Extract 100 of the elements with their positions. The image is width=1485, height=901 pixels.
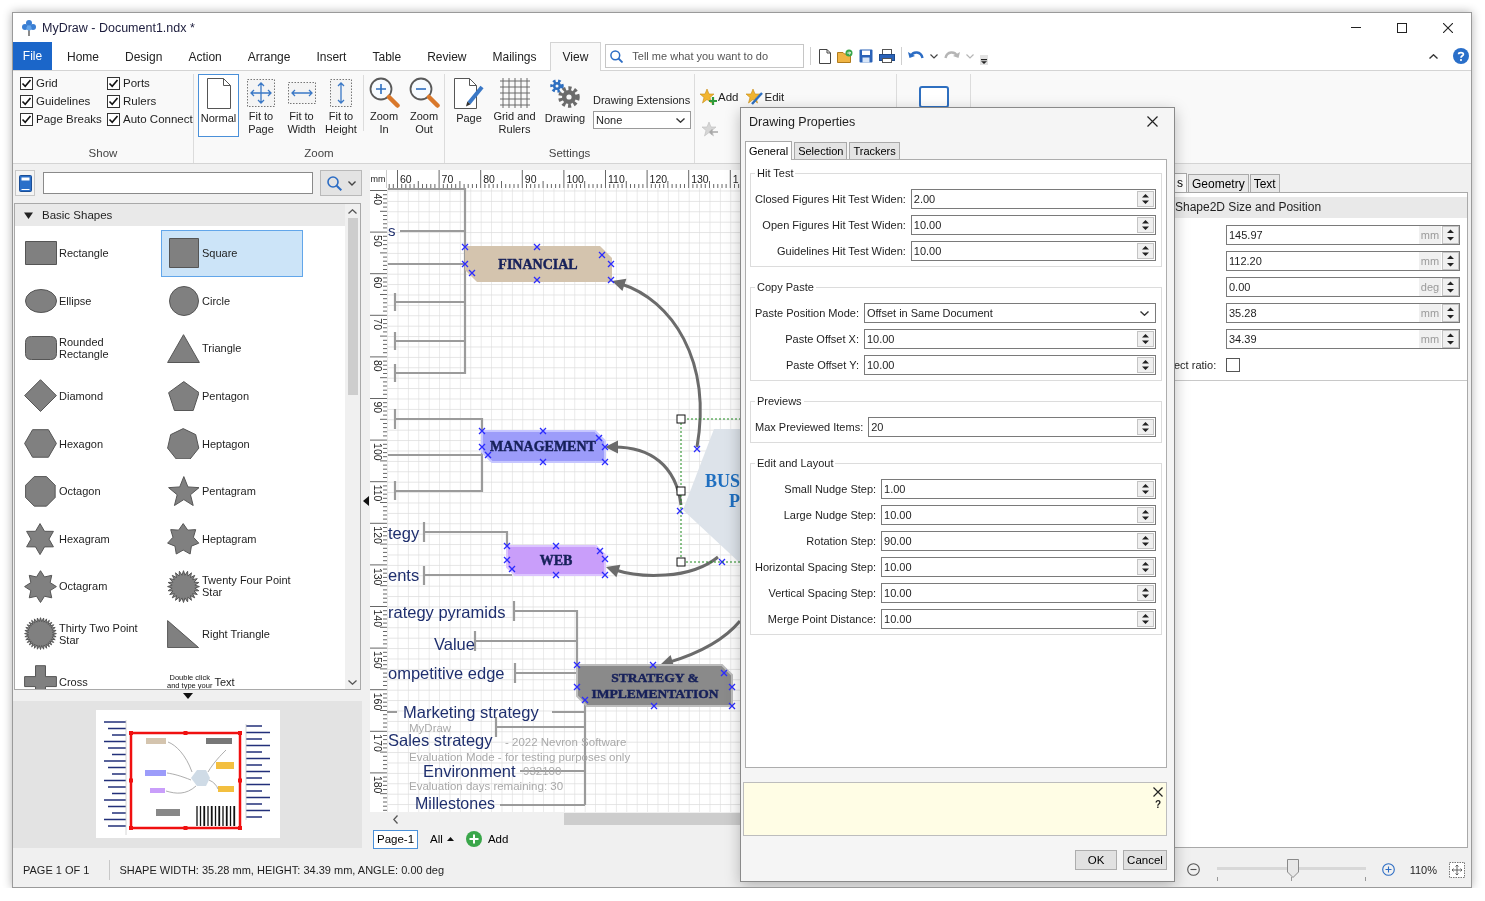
print-icon[interactable] — [879, 49, 896, 63]
number-field[interactable]: 10.00 — [863, 329, 1156, 349]
ribbon-tab[interactable]: Review — [414, 42, 480, 70]
shape-item[interactable]: Octagon — [18, 467, 160, 515]
spin-arrows-icon[interactable] — [1137, 217, 1154, 233]
section-header[interactable]: Shape2D Size and Position — [1174, 197, 1467, 218]
resize-handle[interactable] — [676, 414, 686, 424]
dropdown-field[interactable]: Offset in Same Document — [863, 303, 1156, 323]
panel-tab[interactable]: Geometry — [1188, 174, 1249, 192]
help-icon[interactable] — [1453, 48, 1469, 64]
checkbox[interactable] — [107, 76, 120, 90]
number-field[interactable]: 0.00 deg — [1226, 277, 1460, 297]
tell-me-field[interactable]: Tell me what you want to do — [605, 44, 805, 68]
shape-item[interactable]: Heptagon — [161, 420, 303, 467]
chevron-left-icon[interactable] — [393, 814, 398, 824]
shape-item[interactable]: Heptagram — [161, 515, 303, 563]
number-field[interactable]: 35.28 mm — [1226, 303, 1460, 323]
shape-item[interactable]: Rectangle — [18, 230, 160, 277]
fit-to-height-button[interactable]: Fit to Height — [322, 74, 360, 137]
shape-item[interactable]: Thirty Two Point Star — [18, 610, 160, 658]
file-menu-button[interactable]: File — [13, 42, 52, 70]
spin-arrows-icon[interactable] — [1137, 243, 1154, 259]
shape-item[interactable]: Triangle — [161, 325, 303, 372]
scrollbar-thumb[interactable] — [564, 813, 741, 825]
scrollbar-thumb[interactable] — [347, 218, 358, 395]
resize-handle[interactable] — [676, 557, 686, 567]
shape-item[interactable]: Square — [161, 230, 303, 277]
spin-arrows-icon[interactable] — [1137, 191, 1154, 207]
add-extension-button[interactable]: Add — [700, 88, 739, 106]
spin-arrows-icon[interactable] — [1137, 533, 1154, 549]
dialog-tab[interactable]: Selection — [794, 142, 848, 159]
page-settings-button[interactable]: Page — [451, 74, 487, 137]
spin-arrows-icon[interactable] — [1137, 481, 1154, 497]
cancel-button[interactable]: Cancel — [1123, 850, 1167, 870]
spin-arrows-icon[interactable] — [1137, 585, 1154, 601]
customize-icon[interactable] — [980, 55, 989, 65]
add-page-button[interactable]: Add — [465, 831, 509, 847]
page-filter-button[interactable]: All — [430, 833, 454, 845]
shape-item[interactable]: Pentagram — [161, 467, 303, 515]
checkbox[interactable] — [20, 112, 33, 126]
spin-arrows-icon[interactable] — [1442, 278, 1459, 296]
shape-item[interactable]: Rounded Rectangle — [18, 325, 160, 372]
new-document-icon[interactable] — [819, 48, 832, 64]
spin-arrows-icon[interactable] — [1442, 226, 1459, 244]
ribbon-tab[interactable]: Insert — [303, 42, 360, 70]
fit-to-page-button[interactable]: Fit to Page — [243, 74, 279, 137]
checkbox[interactable] — [107, 94, 120, 108]
ribbon-tab[interactable]: Arrange — [234, 42, 304, 70]
category-header[interactable]: Basic Shapes — [15, 204, 345, 226]
checkbox[interactable] — [20, 76, 33, 90]
caret-down-icon[interactable] — [182, 692, 193, 699]
number-field[interactable]: 10.00 — [863, 355, 1156, 375]
number-field[interactable]: 10.00 — [881, 609, 1156, 629]
shape-search-field[interactable] — [43, 172, 313, 194]
spin-arrows-icon[interactable] — [1137, 419, 1154, 435]
spin-arrows-icon[interactable] — [1137, 357, 1154, 373]
zoom-out-icon[interactable] — [1186, 863, 1200, 876]
shape-item[interactable]: Ellipse — [18, 277, 160, 325]
shape-item[interactable]: Diamond — [18, 372, 160, 420]
number-field[interactable]: 2.00 — [910, 189, 1156, 209]
ribbon-tab[interactable]: Home — [54, 42, 112, 70]
topic-shape[interactable] — [576, 664, 733, 707]
shape-item[interactable]: Hexagon — [18, 420, 160, 467]
zoom-out-button[interactable]: Zoom Out — [405, 74, 443, 137]
checkbox[interactable] — [1226, 358, 1241, 372]
open-folder-icon[interactable] — [837, 49, 854, 63]
spin-arrows-icon[interactable] — [1137, 611, 1154, 627]
fit-page-icon[interactable] — [1449, 861, 1465, 878]
rectangle-tool-icon[interactable] — [918, 86, 949, 108]
star-icon[interactable] — [701, 122, 718, 138]
spin-arrows-icon[interactable] — [1442, 304, 1459, 322]
ribbon-tab[interactable]: View — [549, 42, 602, 71]
help-link[interactable]: ? — [1154, 799, 1162, 810]
checkbox[interactable] — [20, 94, 33, 108]
ribbon-tab[interactable]: Design — [112, 42, 176, 70]
dialog-tab[interactable]: Trackers — [849, 142, 900, 159]
zoom-in-button[interactable]: Zoom In — [366, 74, 402, 137]
chevron-up-icon[interactable] — [1429, 53, 1438, 59]
dialog-tab[interactable]: General — [745, 141, 793, 160]
panel-tab[interactable]: Text — [1249, 174, 1280, 192]
number-field[interactable]: 10.00 — [910, 215, 1156, 235]
extensions-dropdown[interactable]: None — [593, 111, 691, 129]
fit-to-width-button[interactable]: Fit to Width — [284, 74, 319, 137]
close-button[interactable] — [1147, 116, 1158, 127]
spin-arrows-icon[interactable] — [1137, 507, 1154, 523]
shape-item[interactable]: Octagram — [18, 563, 160, 610]
shape-item[interactable]: Right Triangle — [161, 610, 303, 658]
slider-thumb[interactable] — [1286, 858, 1299, 878]
checkbox[interactable] — [107, 112, 120, 126]
shape-item[interactable]: Circle — [161, 277, 303, 325]
number-field[interactable]: 10.00 — [881, 557, 1156, 577]
topic-shape[interactable] — [465, 246, 612, 282]
spin-arrows-icon[interactable] — [1442, 252, 1459, 270]
grid-and-rulers-button[interactable]: Grid and Rulers — [491, 74, 538, 137]
search-button[interactable] — [320, 170, 362, 196]
ribbon-tab[interactable]: Mailings — [479, 42, 550, 70]
number-field[interactable]: 10.00 — [910, 241, 1156, 261]
shape-item[interactable]: Twenty Four Point Star — [161, 563, 303, 610]
chevron-down-icon[interactable] — [348, 680, 357, 685]
save-icon[interactable] — [859, 49, 874, 63]
